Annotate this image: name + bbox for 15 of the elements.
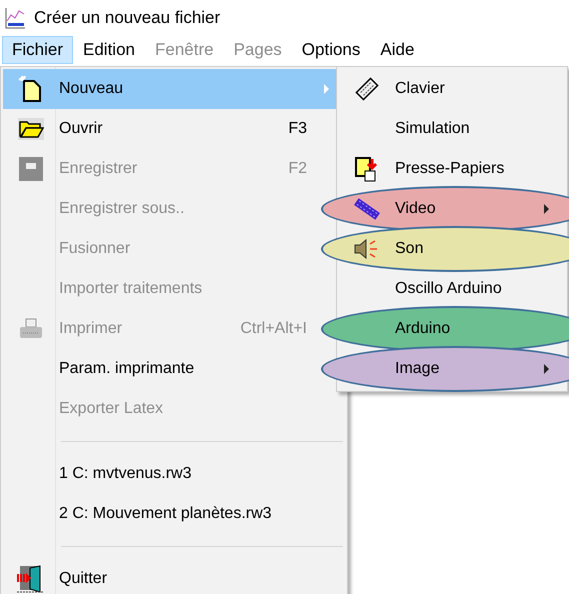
menu-bar-item[interactable]: Fichier bbox=[2, 36, 74, 64]
exit-door-icon bbox=[16, 564, 46, 594]
submenu-item[interactable]: Simulation bbox=[339, 109, 565, 149]
menu-bar-item[interactable]: Options bbox=[292, 36, 370, 64]
new-file-icon bbox=[18, 75, 44, 103]
menu-item[interactable]: Quitter bbox=[3, 559, 345, 594]
app-chart-icon bbox=[4, 7, 26, 29]
menu-item[interactable]: 2 C: Mouvement planètes.rw3 bbox=[3, 494, 345, 534]
printer-icon bbox=[19, 318, 43, 340]
clipboard-icon bbox=[354, 155, 380, 183]
menu-bar-item[interactable]: Edition bbox=[73, 36, 145, 64]
window-title: Créer un nouveau fichier bbox=[34, 8, 220, 28]
menu-item[interactable]: 1 C: mvtvenus.rw3 bbox=[3, 454, 345, 494]
menu-bar-item[interactable]: Aide bbox=[370, 36, 424, 64]
folder-icon bbox=[18, 118, 44, 140]
